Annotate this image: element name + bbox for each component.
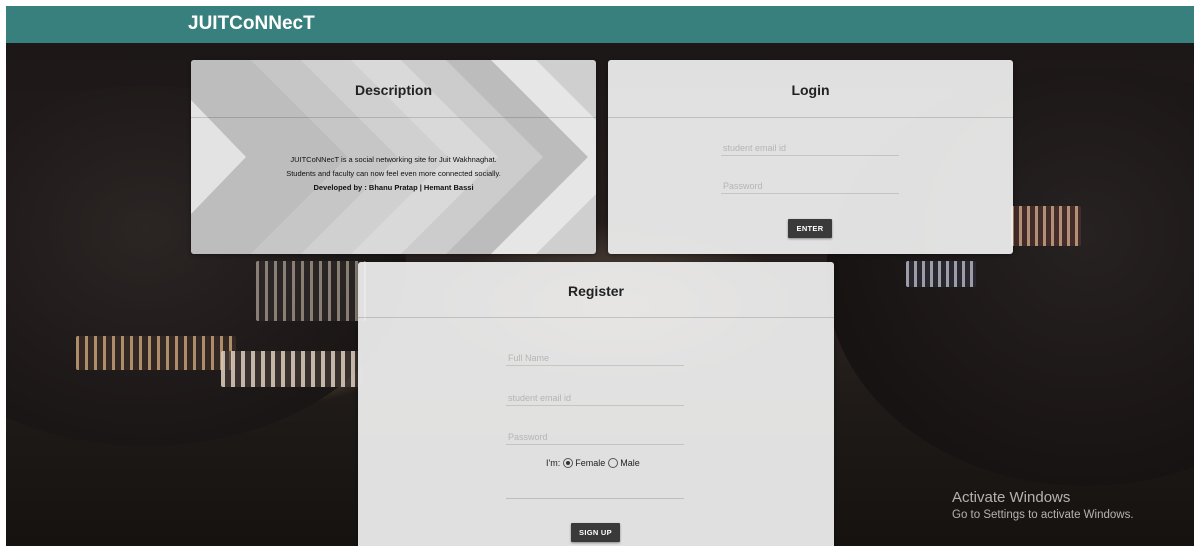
- register-card: Register I'm: Female Male SIGN UP: [358, 262, 834, 546]
- login-title: Login: [791, 82, 830, 98]
- login-card: Login ENTER: [608, 60, 1013, 254]
- top-navbar: JUITCoNNecT: [6, 6, 1194, 43]
- register-title: Register: [567, 283, 625, 299]
- male-label: Male: [620, 458, 640, 468]
- gender-label: I'm:: [546, 458, 561, 468]
- description-title: Description: [354, 82, 432, 98]
- developer-credits: Developed by : Bhanu Pratap | Hemant Bas…: [313, 183, 474, 192]
- full-name-input[interactable]: [506, 350, 684, 366]
- divider: [608, 117, 1013, 118]
- description-text: JUITCoNNecT is a social networking site …: [251, 153, 536, 195]
- male-radio[interactable]: [608, 458, 619, 468]
- field-underline: [506, 498, 684, 499]
- brand-logo-text[interactable]: JUITCoNNecT: [188, 13, 315, 35]
- description-card: Description JUITCoNNecT is a social netw…: [191, 60, 596, 254]
- divider: [191, 117, 596, 118]
- activate-windows-watermark: Activate Windows Go to Settings to activ…: [952, 489, 1134, 521]
- female-label: Female: [575, 458, 606, 468]
- divider: [358, 317, 834, 318]
- register-password-input[interactable]: [506, 429, 684, 445]
- login-password-input[interactable]: [721, 178, 899, 194]
- sign-up-button[interactable]: SIGN UP: [571, 523, 620, 542]
- enter-button[interactable]: ENTER: [788, 219, 832, 238]
- register-email-input[interactable]: [506, 390, 684, 406]
- login-email-input[interactable]: [721, 140, 899, 156]
- gender-selector: I'm: Female Male: [546, 458, 640, 468]
- female-radio[interactable]: [563, 458, 574, 468]
